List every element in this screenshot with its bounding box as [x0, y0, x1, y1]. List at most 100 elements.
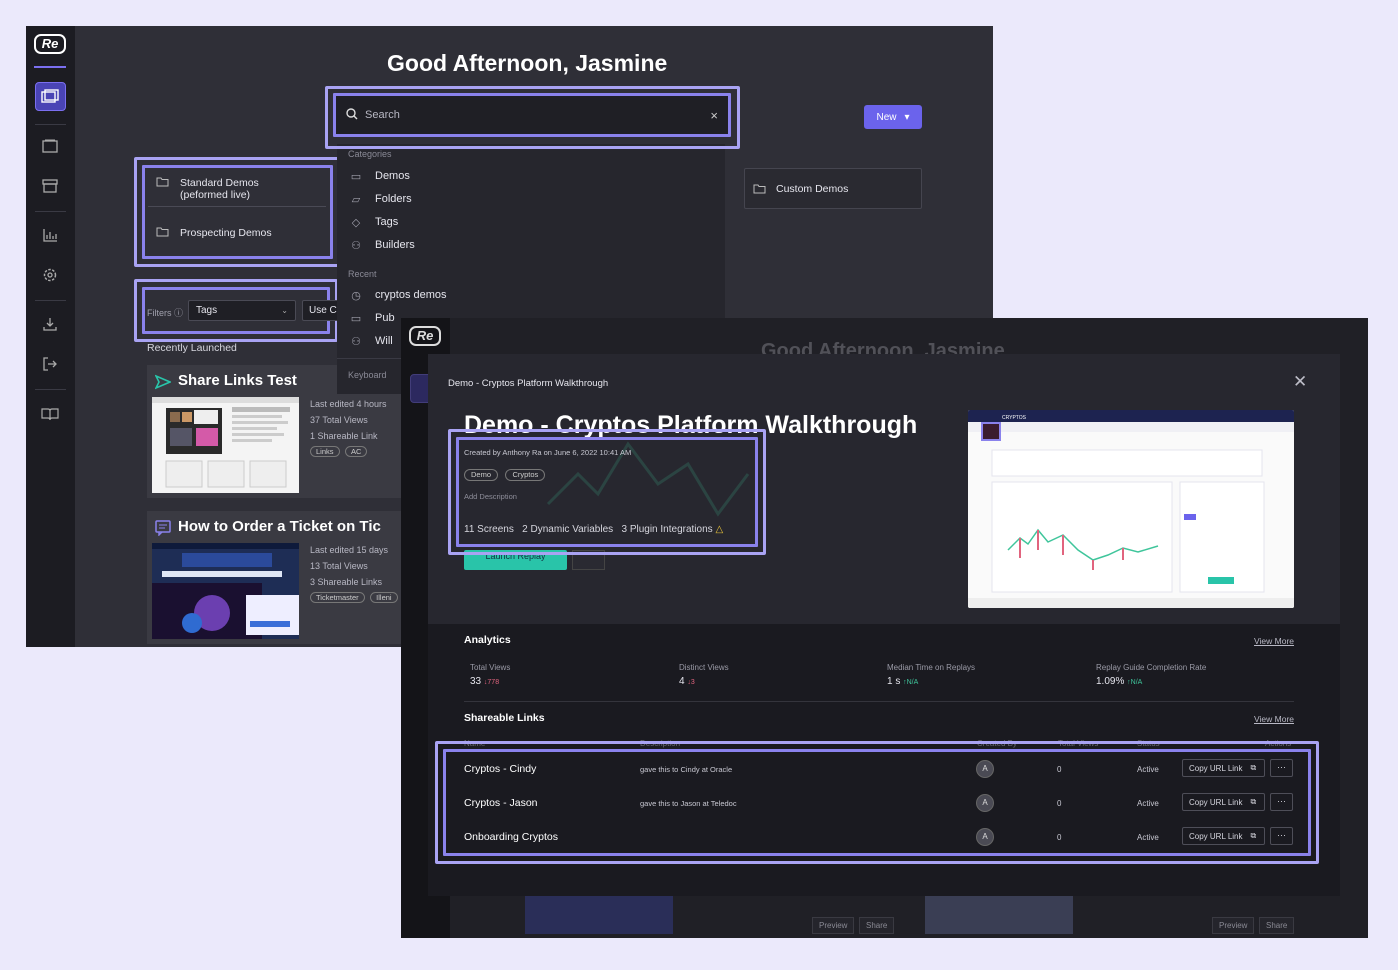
stat-value: 4 — [679, 676, 685, 687]
download-icon[interactable] — [39, 313, 61, 335]
more-actions-button[interactable]: ··· — [1270, 793, 1293, 811]
tag-chip[interactable]: AC — [345, 446, 368, 457]
table-row[interactable]: Onboarding Cryptos A 0 Active Copy URL L… — [464, 821, 1294, 855]
add-description[interactable]: Add Description — [464, 492, 517, 501]
copy-url-button[interactable]: Copy URL Link ⧉ — [1182, 759, 1265, 777]
folder-custom-demos[interactable]: Custom Demos — [744, 168, 922, 209]
tags-select[interactable]: Tags ⌄ — [188, 300, 296, 321]
column-header-status[interactable]: Status — [1137, 739, 1160, 748]
greeting-title: Good Afternoon, Jasmine — [387, 50, 668, 76]
folder-standard-demos[interactable]: Standard Demos (peformed live) — [156, 177, 259, 201]
settings-gear-icon[interactable] — [39, 264, 61, 286]
categories-label: Categories — [348, 149, 392, 159]
keyboard-label: Keyboard — [348, 370, 387, 380]
folders-icon[interactable] — [39, 86, 61, 108]
link-name: Onboarding Cryptos — [464, 831, 558, 843]
status-badge: Active — [1137, 765, 1159, 774]
app-logo[interactable]: Re — [409, 326, 441, 346]
tag-chip[interactable]: Illeni — [370, 592, 398, 603]
demos-icon[interactable] — [39, 135, 61, 157]
demo-preview-thumbnail[interactable]: CRYPTOS — [968, 410, 1294, 608]
analytics-icon[interactable] — [39, 224, 61, 246]
stat-label: Median Time on Replays — [887, 663, 976, 672]
category-label: Tags — [375, 216, 399, 228]
archive-icon[interactable] — [39, 175, 61, 197]
new-button[interactable]: New ▾ — [864, 105, 922, 129]
close-icon[interactable]: × — [710, 108, 718, 123]
column-header-created-by[interactable]: Created By — [977, 739, 1017, 748]
status-badge: Active — [1137, 799, 1159, 808]
table-row[interactable]: Cryptos - Cindy gave this to Cindy at Or… — [464, 753, 1294, 787]
shareable-links-title: Shareable Links — [464, 712, 545, 724]
stat-label: Distinct Views — [679, 663, 729, 672]
category-label: Folders — [375, 193, 412, 205]
more-actions-button[interactable]: ··· — [1270, 759, 1293, 777]
column-header-total-views[interactable]: Total Views — [1058, 739, 1098, 748]
logout-icon[interactable] — [39, 353, 61, 375]
background-card-thumbnail — [925, 896, 1073, 934]
demo-card[interactable]: How to Order a Ticket on Tic Last edited… — [147, 511, 407, 644]
recent-builder-item[interactable]: ⚇ Will — [350, 335, 393, 348]
launch-options-button[interactable] — [572, 550, 605, 570]
clock-icon: ◷ — [351, 289, 361, 302]
card-last-edited: Last edited 4 hours — [310, 399, 387, 409]
new-button-label: New — [876, 111, 897, 123]
table-row[interactable]: Cryptos - Jason gave this to Jason at Te… — [464, 787, 1294, 821]
link-name: Cryptos - Cindy — [464, 763, 537, 775]
category-demos[interactable]: ▭ Demos — [350, 170, 410, 183]
column-header-actions: Actions — [1265, 739, 1292, 748]
tag-chip[interactable]: Demo — [464, 469, 499, 481]
card-title: Share Links Test — [178, 372, 297, 389]
launch-replay-button[interactable]: Launch Replay — [464, 550, 567, 570]
tags-select-value: Tags — [196, 305, 218, 316]
analytics-view-more-link[interactable]: View More — [1254, 636, 1294, 646]
link-views: 0 — [1057, 765, 1062, 774]
card-tags: Ticketmaster Illeni — [310, 592, 401, 603]
card-tags: Links AC — [310, 446, 370, 457]
book-icon[interactable] — [39, 403, 61, 425]
category-label: Builders — [375, 239, 415, 251]
copy-url-label: Copy URL Link — [1189, 831, 1243, 841]
preview-button[interactable]: Preview — [1212, 917, 1255, 934]
demo-tags: Demo Cryptos — [464, 464, 548, 482]
avatar: A — [976, 760, 994, 778]
category-folders[interactable]: ▱ Folders — [350, 193, 412, 206]
folder-icon — [156, 227, 169, 237]
search-input[interactable]: Search × — [336, 96, 728, 134]
tag-chip[interactable]: Links — [310, 446, 340, 457]
recent-label: cryptos demos — [375, 289, 447, 301]
use-case-select[interactable]: Use C — [302, 300, 342, 321]
app-logo[interactable]: Re — [34, 34, 66, 54]
category-builders[interactable]: ⚇ Builders — [350, 239, 415, 252]
tag-chip[interactable]: Ticketmaster — [310, 592, 365, 603]
chat-icon — [155, 520, 171, 537]
more-actions-button[interactable]: ··· — [1270, 827, 1293, 845]
link-description: gave this to Cindy at Oracle — [640, 765, 733, 774]
link-description: gave this to Jason at Teledoc — [640, 799, 737, 808]
stat-distinct-views: 4 ↓3 — [679, 676, 695, 687]
share-button[interactable]: Share — [1259, 917, 1295, 934]
close-icon[interactable]: ✕ — [1293, 372, 1307, 392]
column-header-name[interactable]: Name — [464, 739, 485, 748]
folder-icon: ▱ — [351, 193, 361, 206]
links-view-more-link[interactable]: View More — [1254, 714, 1294, 724]
recent-search-item[interactable]: ◷ cryptos demos — [350, 289, 447, 302]
copy-url-button[interactable]: Copy URL Link ⧉ — [1182, 827, 1265, 845]
stat-delta: ↓778 — [483, 679, 500, 686]
column-header-description[interactable]: Description — [640, 739, 680, 748]
modal-breadcrumb: Demo - Cryptos Platform Walkthrough — [448, 378, 609, 389]
copy-icon: ⧉ — [1250, 831, 1257, 840]
tag-icon: ◇ — [351, 216, 361, 229]
copy-icon: ⧉ — [1250, 797, 1257, 806]
category-tags[interactable]: ◇ Tags — [350, 216, 399, 229]
folder-prospecting-demos[interactable]: Prospecting Demos — [156, 227, 272, 239]
search-icon — [346, 107, 358, 123]
copy-url-button[interactable]: Copy URL Link ⧉ — [1182, 793, 1265, 811]
chevron-down-icon: ⌄ — [281, 306, 288, 315]
recent-label: Recent — [348, 269, 377, 279]
recent-demo-item[interactable]: ▭ Pub — [350, 312, 395, 325]
preview-button[interactable]: Preview — [812, 917, 855, 934]
copy-url-label: Copy URL Link — [1189, 763, 1243, 773]
tag-chip[interactable]: Cryptos — [505, 469, 546, 481]
share-button[interactable]: Share — [859, 917, 895, 934]
